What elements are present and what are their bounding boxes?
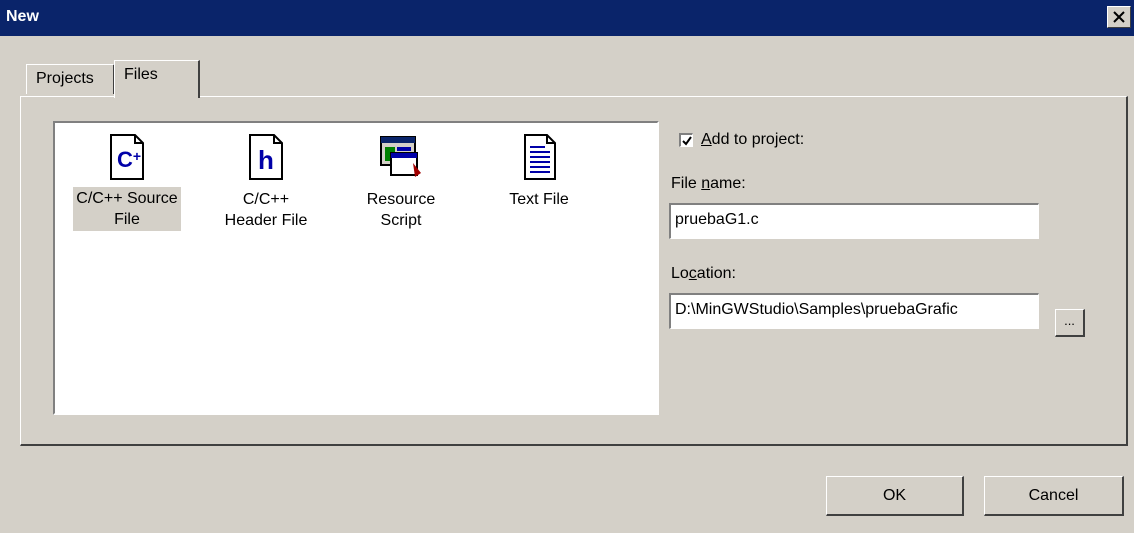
file-type-label: Text File xyxy=(509,191,569,208)
file-type-list[interactable]: C + C/C++ Source File h C/C++ Header File xyxy=(53,121,659,415)
file-type-c-header[interactable]: h C/C++ Header File xyxy=(211,123,321,233)
text-file-icon xyxy=(515,133,563,181)
svg-text:C: C xyxy=(117,147,133,172)
cancel-button[interactable]: Cancel xyxy=(984,476,1124,516)
add-to-project-label[interactable]: Add to project: xyxy=(701,131,804,149)
window-title: New xyxy=(6,8,39,25)
ok-button[interactable]: OK xyxy=(826,476,964,516)
file-type-label: C/C++ Header File xyxy=(224,191,308,229)
location-input[interactable]: D:\MinGWStudio\Samples\pruebaGrafic xyxy=(669,293,1039,329)
file-name-input[interactable]: pruebaG1.c xyxy=(669,203,1039,239)
file-type-c-source[interactable]: C + C/C++ Source File xyxy=(57,123,197,231)
svg-text:h: h xyxy=(258,145,274,175)
svg-text:+: + xyxy=(133,148,141,164)
files-tab-panel: C + C/C++ Source File h C/C++ Header File xyxy=(20,96,1128,446)
header-file-icon: h xyxy=(242,133,290,181)
add-to-project-checkbox[interactable] xyxy=(679,133,693,147)
file-name-label: File name: xyxy=(671,175,746,192)
close-button[interactable] xyxy=(1107,6,1131,28)
close-icon xyxy=(1113,11,1125,23)
tab-projects-label: Projects xyxy=(36,70,94,87)
tab-projects[interactable]: Projects xyxy=(26,64,115,94)
tab-files-label: Files xyxy=(124,66,158,83)
file-type-text-file[interactable]: Text File xyxy=(479,123,599,212)
file-type-resource-script[interactable]: Resource Script xyxy=(341,123,461,233)
browse-button[interactable]: ... xyxy=(1055,309,1085,337)
file-type-label: C/C++ Source File xyxy=(73,187,181,231)
file-type-label: Resource Script xyxy=(366,191,436,229)
tab-files[interactable]: Files xyxy=(114,60,200,98)
title-bar: New xyxy=(0,0,1134,36)
checkmark-icon xyxy=(682,136,692,146)
location-label: Location: xyxy=(671,265,736,282)
c-source-file-icon: C + xyxy=(103,133,151,181)
resource-script-icon xyxy=(377,133,425,181)
